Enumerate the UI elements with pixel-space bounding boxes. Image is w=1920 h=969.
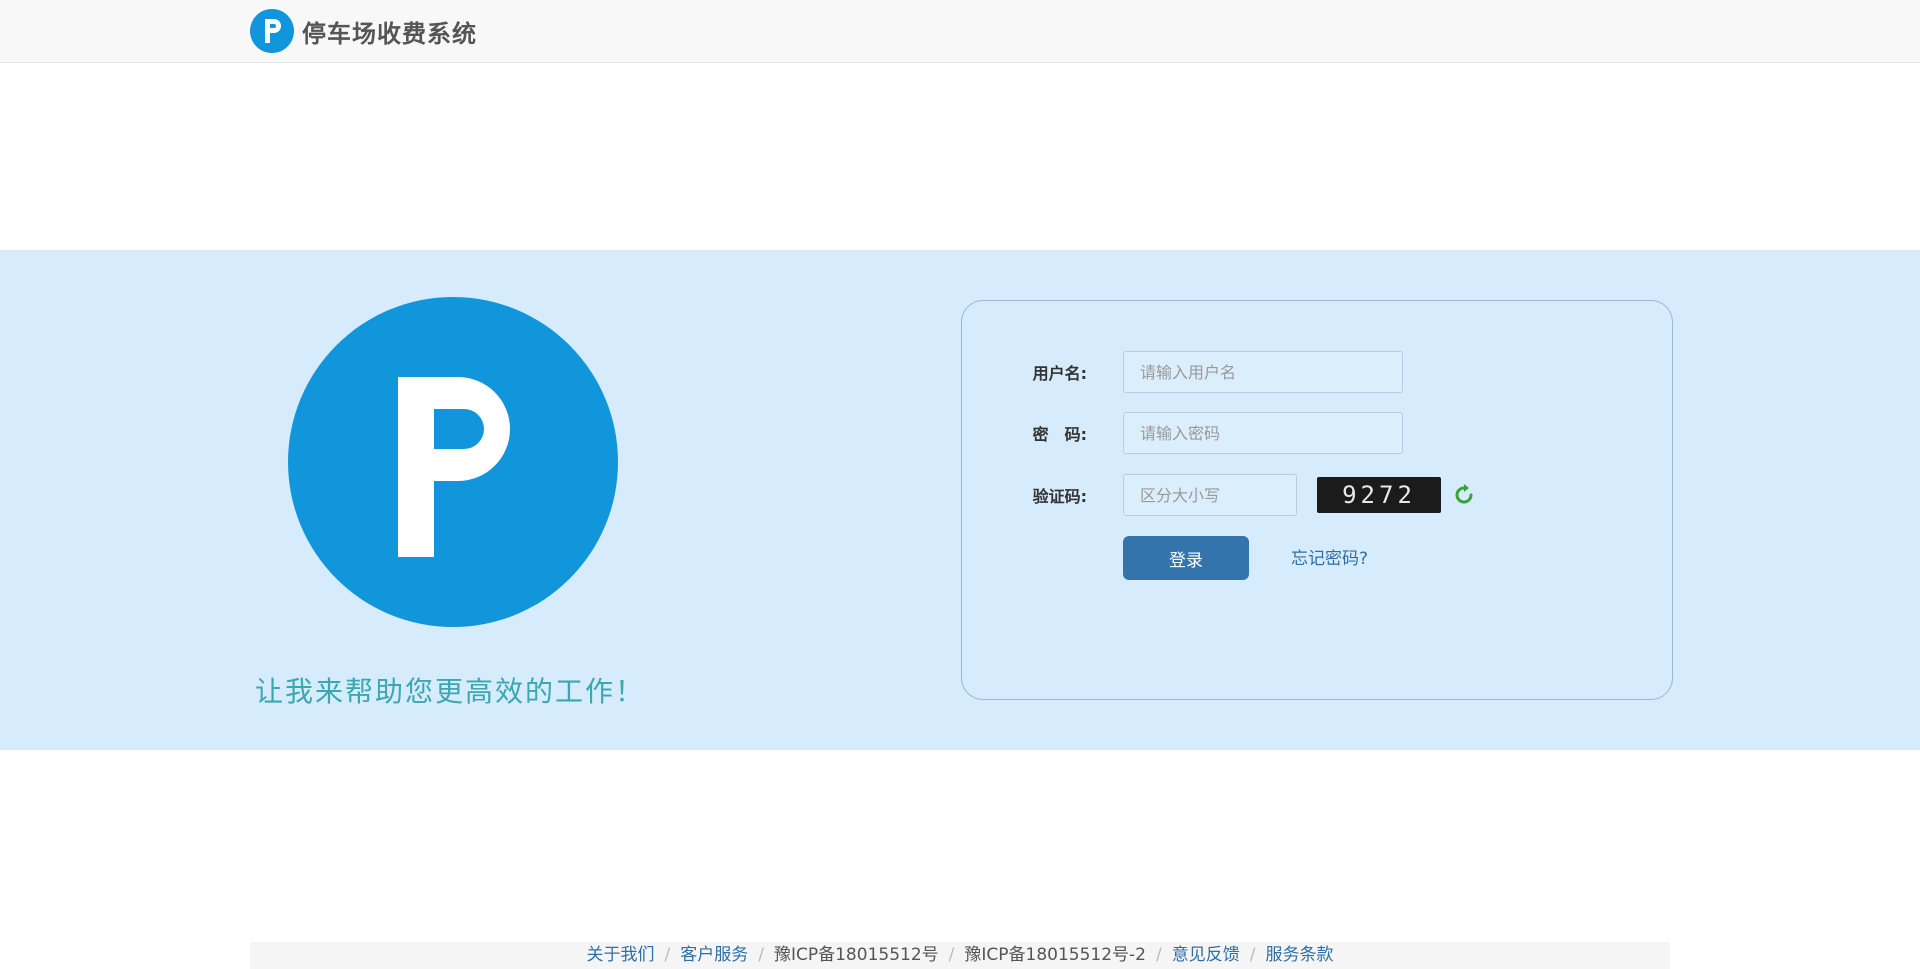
username-label: 用户名: bbox=[1032, 364, 1087, 383]
login-panel: 用户名: 密 码: 验证码: 9272 登录 忘记密码? bbox=[961, 300, 1673, 700]
password-row: 密 码: bbox=[962, 412, 1403, 454]
footer: 关于我们 / 客户服务 / 豫ICP备18015512号 / 豫ICP备18015512号-… bbox=[250, 942, 1670, 969]
footer-link-feedback[interactable]: 意见反馈 bbox=[1172, 945, 1240, 965]
footer-link-service[interactable]: 客户服务 bbox=[680, 945, 748, 965]
footer-link-terms[interactable]: 服务条款 bbox=[1265, 945, 1333, 965]
captcha-input[interactable] bbox=[1123, 474, 1297, 516]
username-row: 用户名: bbox=[962, 351, 1403, 393]
parking-logo-icon-large bbox=[288, 297, 618, 627]
footer-separator: / bbox=[1156, 945, 1162, 965]
forgot-password-link[interactable]: 忘记密码? bbox=[1291, 544, 1368, 569]
captcha-row: 验证码: 9272 bbox=[962, 474, 1475, 516]
brand[interactable]: 停车场收费系统 bbox=[250, 9, 477, 53]
app-title: 停车场收费系统 bbox=[302, 19, 477, 48]
footer-separator: / bbox=[1249, 945, 1256, 965]
refresh-icon[interactable] bbox=[1453, 484, 1475, 506]
captcha-label: 验证码: bbox=[1032, 487, 1087, 506]
password-label: 密 码: bbox=[1032, 425, 1087, 444]
footer-separator: / bbox=[758, 945, 764, 965]
parking-logo-icon bbox=[250, 9, 294, 53]
footer-icp-2: 豫ICP备18015512号-2 bbox=[964, 945, 1147, 965]
slogan-text: 让我来帮助您更高效的工作！ bbox=[254, 675, 645, 708]
footer-separator: / bbox=[948, 945, 955, 965]
footer-link-about[interactable]: 关于我们 bbox=[587, 945, 655, 965]
captcha-image[interactable]: 9272 bbox=[1317, 477, 1441, 513]
username-input[interactable] bbox=[1123, 351, 1403, 393]
login-button[interactable]: 登录 bbox=[1123, 536, 1249, 580]
footer-separator: / bbox=[664, 945, 671, 965]
footer-icp-1: 豫ICP备18015512号 bbox=[773, 945, 939, 965]
captcha-text: 9272 bbox=[1342, 481, 1416, 509]
password-input[interactable] bbox=[1123, 412, 1403, 454]
top-header: 停车场收费系统 bbox=[0, 0, 1920, 63]
